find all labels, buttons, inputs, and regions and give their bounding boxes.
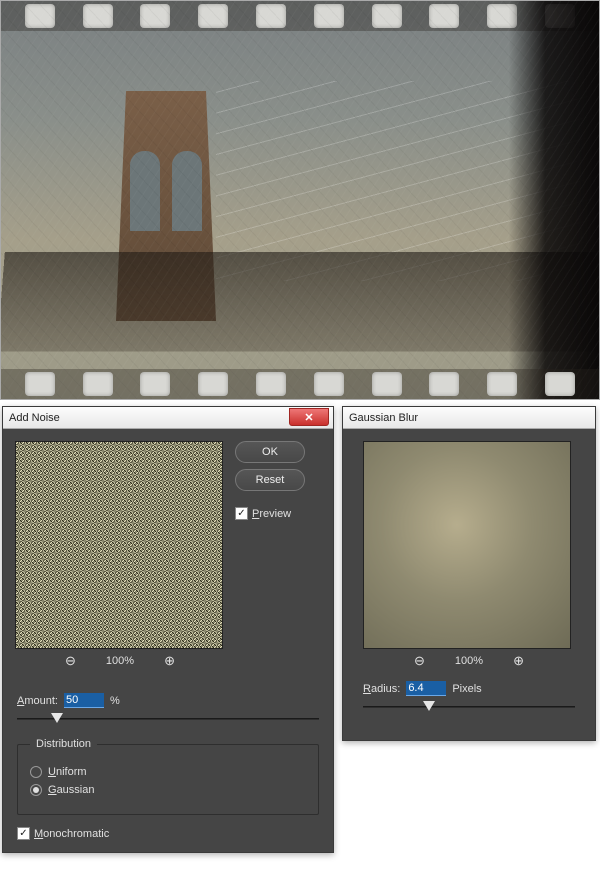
radius-slider[interactable]	[363, 700, 575, 714]
radius-unit: Pixels	[452, 683, 481, 695]
zoom-out-icon[interactable]: ⊖	[65, 653, 76, 669]
blur-preview-canvas	[363, 441, 571, 649]
checkbox-icon: ✓	[235, 507, 248, 520]
film-burn-edge	[509, 1, 599, 399]
radio-icon	[30, 766, 42, 778]
close-button[interactable]: ✕	[289, 408, 329, 426]
checkbox-icon: ✓	[17, 827, 30, 840]
radius-input[interactable]	[406, 681, 446, 696]
amount-label: Amount:	[17, 695, 58, 707]
monochromatic-checkbox[interactable]: ✓ Monochromatic	[17, 827, 319, 840]
bridge-film-preview	[0, 0, 600, 400]
gaussian-titlebar[interactable]: Gaussian Blur	[343, 407, 595, 429]
gaussian-blur-dialog: Gaussian Blur ⊖ 100% ⊕ Radius: Pixels	[342, 406, 596, 741]
zoom-in-icon[interactable]: ⊕	[513, 653, 524, 669]
gaussian-radio[interactable]: Gaussian	[30, 784, 306, 796]
zoom-in-icon[interactable]: ⊕	[164, 653, 175, 669]
slider-thumb[interactable]	[51, 713, 63, 723]
close-icon: ✕	[304, 411, 313, 424]
amount-slider[interactable]	[17, 712, 319, 726]
preview-label-rest: review	[259, 508, 291, 520]
amount-input[interactable]	[64, 693, 104, 708]
slider-thumb[interactable]	[423, 701, 435, 711]
ok-button[interactable]: OK	[235, 441, 305, 463]
radius-label: Radius:	[363, 683, 400, 695]
zoom-value: 100%	[455, 655, 483, 667]
zoom-out-icon[interactable]: ⊖	[414, 653, 425, 669]
film-sprockets-bottom	[1, 369, 599, 399]
reset-button[interactable]: Reset	[235, 469, 305, 491]
uniform-radio[interactable]: Uniform	[30, 766, 306, 778]
distribution-group: Distribution Uniform Gaussian	[17, 738, 319, 815]
preview-checkbox[interactable]: ✓ Preview	[235, 507, 305, 520]
add-noise-dialog: Add Noise ✕ ⊖ 100% ⊕ OK Reset ✓ Preview	[2, 406, 334, 853]
gaussian-title: Gaussian Blur	[349, 412, 418, 424]
distribution-legend: Distribution	[30, 738, 97, 750]
zoom-value: 100%	[106, 655, 134, 667]
radio-icon	[30, 784, 42, 796]
add-noise-title: Add Noise	[9, 412, 60, 424]
noise-preview-canvas	[15, 441, 223, 649]
amount-unit: %	[110, 695, 120, 707]
add-noise-titlebar[interactable]: Add Noise ✕	[3, 407, 333, 429]
